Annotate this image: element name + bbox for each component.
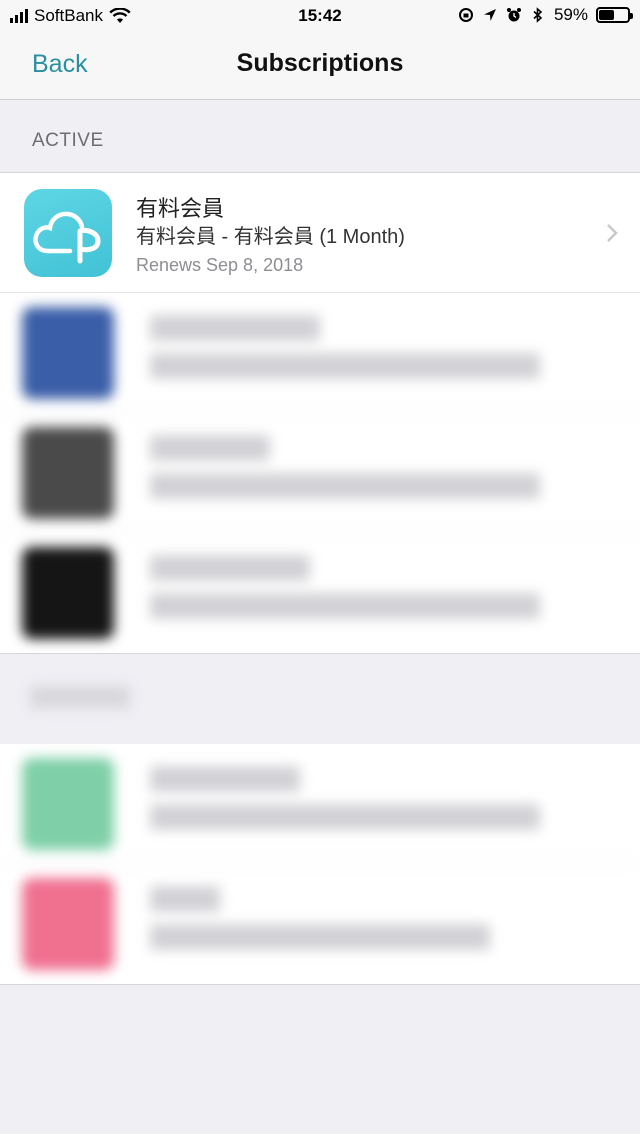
active-section-header: ACTIVE [32, 130, 104, 151]
status-bar: SoftBank 15:42 59% [0, 0, 640, 32]
pairs-cloud-icon [24, 189, 112, 277]
blurred-text [150, 473, 540, 499]
blurred-subscription-row[interactable] [0, 533, 640, 653]
blurred-text [150, 766, 300, 792]
blurred-text [150, 804, 540, 830]
blurred-subscription-row[interactable] [0, 293, 640, 413]
blurred-text [150, 353, 540, 379]
blurred-text [150, 315, 320, 341]
bluetooth-icon [533, 7, 543, 23]
alarm-icon [506, 8, 521, 22]
blurred-text [150, 924, 490, 950]
blurred-text [150, 555, 310, 581]
battery-percent: 59% [553, 5, 588, 24]
page-title: Subscriptions [236, 49, 404, 77]
blurred-app-icon [22, 878, 114, 970]
subscription-row[interactable]: 有料会員 有料会員 - 有料会員 (1 Month) Renews Sep 8,… [0, 173, 640, 293]
battery-fill [599, 10, 614, 20]
blurred-app-icon [22, 427, 114, 519]
active-subscriptions-list: 有料会員 有料会員 - 有料会員 (1 Month) Renews Sep 8,… [0, 172, 640, 654]
blurred-app-icon [22, 547, 114, 639]
subscription-text: 有料会員 有料会員 - 有料会員 (1 Month) Renews Sep 8,… [136, 195, 576, 279]
subscription-name: 有料会員 [136, 196, 225, 221]
battery-icon [596, 7, 633, 23]
blurred-text [150, 435, 270, 461]
blurred-text [150, 886, 220, 912]
subscription-detail: 有料会員 - 有料会員 (1 Month) [136, 226, 405, 248]
status-right: 59% [458, 5, 633, 25]
location-arrow-icon [483, 9, 496, 21]
blurred-app-icon [22, 307, 114, 399]
expired-subscriptions-list [0, 744, 640, 985]
blurred-section-header [30, 686, 130, 708]
blurred-subscription-row[interactable] [0, 744, 640, 864]
blurred-app-icon [22, 758, 114, 850]
navigation-bar: Back Subscriptions [0, 32, 640, 100]
subscription-renewal: Renews Sep 8, 2018 [136, 255, 304, 275]
blurred-section [0, 652, 640, 744]
blurred-subscription-row[interactable] [0, 864, 640, 984]
blurred-subscription-row[interactable] [0, 413, 640, 533]
blurred-text [150, 593, 540, 619]
chevron-right-icon [607, 223, 618, 242]
orientation-lock-icon [458, 8, 473, 22]
